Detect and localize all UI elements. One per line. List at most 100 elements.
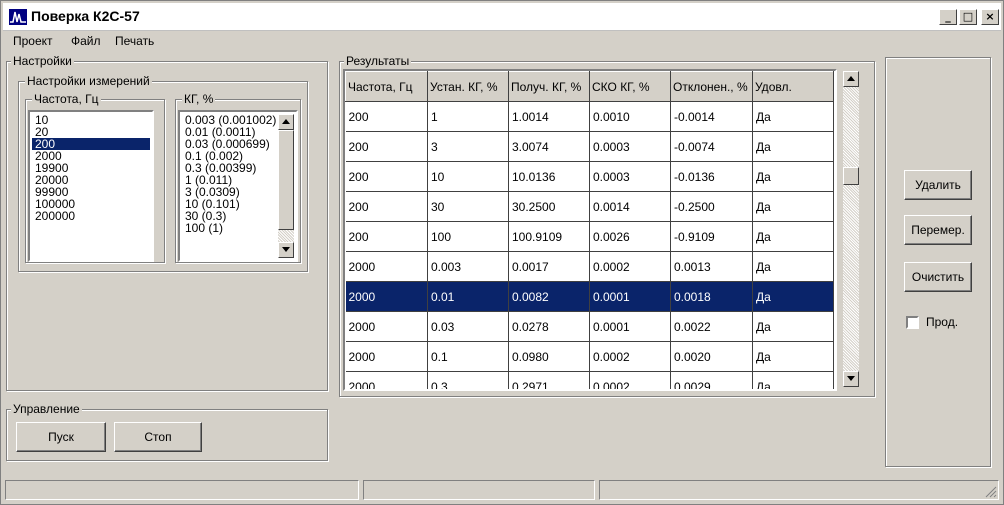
table-cell[interactable]: Да: [752, 311, 834, 342]
results-table[interactable]: Частота, Гц Устан. КГ, % Получ. КГ, % СК…: [343, 69, 837, 391]
continue-checkbox[interactable]: [906, 316, 919, 329]
table-cell[interactable]: 0.0003: [589, 131, 671, 162]
resize-grip-icon[interactable]: [983, 484, 997, 498]
table-cell[interactable]: 200: [345, 131, 428, 162]
column-header[interactable]: Получ. КГ, %: [508, 71, 590, 102]
remeasure-button[interactable]: Перемер.: [904, 215, 972, 245]
table-cell[interactable]: 2000: [345, 371, 428, 389]
table-cell[interactable]: 0.3: [427, 371, 509, 389]
column-header[interactable]: СКО КГ, %: [589, 71, 671, 102]
scroll-thumb[interactable]: [278, 130, 294, 230]
table-cell[interactable]: Да: [752, 161, 834, 192]
table-cell[interactable]: 200: [345, 161, 428, 192]
table-cell[interactable]: 2000: [345, 251, 428, 282]
menu-project[interactable]: Проект: [13, 34, 53, 48]
table-cell[interactable]: 200: [345, 221, 428, 252]
table-row[interactable]: 2000 0.03 0.0278 0.0001 0.0022 Да: [345, 311, 834, 342]
column-header[interactable]: Удовл.: [752, 71, 834, 102]
kg-item[interactable]: 100 (1): [182, 222, 276, 234]
continue-label[interactable]: Прод.: [926, 315, 958, 329]
table-cell[interactable]: 10: [427, 161, 509, 192]
kg-scrollbar[interactable]: [278, 114, 294, 258]
scroll-up-icon[interactable]: [278, 114, 294, 130]
table-cell[interactable]: Да: [752, 281, 834, 312]
frequency-item[interactable]: 10: [32, 114, 150, 126]
column-header[interactable]: Частота, Гц: [345, 71, 428, 102]
table-cell[interactable]: 0.0003: [589, 161, 671, 192]
table-cell[interactable]: 200: [345, 191, 428, 222]
table-cell[interactable]: 10.0136: [508, 161, 590, 192]
table-row[interactable]: 2000 0.3 0.2971 0.0002 0.0029 Да: [345, 371, 834, 389]
table-cell[interactable]: 0.2971: [508, 371, 590, 389]
table-cell[interactable]: 30.2500: [508, 191, 590, 222]
table-cell[interactable]: 0.1: [427, 341, 509, 372]
delete-button[interactable]: Удалить: [904, 170, 972, 200]
table-cell[interactable]: Да: [752, 131, 834, 162]
frequency-item[interactable]: 200000: [32, 210, 150, 222]
table-cell[interactable]: Да: [752, 221, 834, 252]
start-button[interactable]: Пуск: [16, 422, 106, 452]
table-cell[interactable]: 0.0013: [670, 251, 753, 282]
results-scrollbar[interactable]: [843, 71, 859, 387]
table-cell[interactable]: 3: [427, 131, 509, 162]
table-row[interactable]: 2000 0.003 0.0017 0.0002 0.0013 Да: [345, 251, 834, 282]
table-cell[interactable]: 1: [427, 101, 509, 132]
table-cell[interactable]: 0.0017: [508, 251, 590, 282]
table-cell[interactable]: Да: [752, 371, 834, 389]
table-cell[interactable]: 2000: [345, 341, 428, 372]
table-cell[interactable]: 0.0018: [670, 281, 753, 312]
menu-file[interactable]: Файл: [71, 34, 101, 48]
table-cell[interactable]: 0.0010: [589, 101, 671, 132]
table-cell[interactable]: Да: [752, 341, 834, 372]
table-row[interactable]: 200 30 30.2500 0.0014 -0.2500 Да: [345, 191, 834, 222]
table-row[interactable]: 200 10 10.0136 0.0003 -0.0136 Да: [345, 161, 834, 192]
table-cell[interactable]: 0.0001: [589, 281, 671, 312]
table-cell[interactable]: 0.0002: [589, 371, 671, 389]
table-cell[interactable]: -0.0014: [670, 101, 753, 132]
table-cell[interactable]: 30: [427, 191, 509, 222]
table-cell[interactable]: -0.0136: [670, 161, 753, 192]
table-cell[interactable]: 0.0278: [508, 311, 590, 342]
table-row[interactable]: 2000 0.01 0.0082 0.0001 0.0018 Да: [345, 281, 834, 312]
minimize-button[interactable]: _: [939, 9, 957, 25]
table-cell[interactable]: Да: [752, 101, 834, 132]
table-cell[interactable]: 2000: [345, 281, 428, 312]
close-button[interactable]: ×: [981, 9, 999, 25]
table-cell[interactable]: 0.01: [427, 281, 509, 312]
maximize-button[interactable]: □: [959, 9, 977, 25]
table-cell[interactable]: Да: [752, 191, 834, 222]
table-cell[interactable]: 0.0020: [670, 341, 753, 372]
table-cell[interactable]: 3.0074: [508, 131, 590, 162]
table-cell[interactable]: 0.0026: [589, 221, 671, 252]
table-cell[interactable]: 200: [345, 101, 428, 132]
table-row[interactable]: 200 100 100.9109 0.0026 -0.9109 Да: [345, 221, 834, 252]
frequency-list[interactable]: 10 20 200 2000 19900 20000 99900 100000 …: [28, 110, 154, 262]
table-cell[interactable]: -0.2500: [670, 191, 753, 222]
table-cell[interactable]: 0.0002: [589, 251, 671, 282]
table-cell[interactable]: -0.0074: [670, 131, 753, 162]
table-cell[interactable]: 0.0029: [670, 371, 753, 389]
table-cell[interactable]: 0.0980: [508, 341, 590, 372]
table-cell[interactable]: 0.0022: [670, 311, 753, 342]
clear-button[interactable]: Очистить: [904, 262, 972, 292]
table-cell[interactable]: Да: [752, 251, 834, 282]
table-row[interactable]: 200 1 1.0014 0.0010 -0.0014 Да: [345, 101, 834, 132]
table-cell[interactable]: 100: [427, 221, 509, 252]
column-header[interactable]: Отклонен., %: [670, 71, 753, 102]
stop-button[interactable]: Стоп: [114, 422, 202, 452]
menu-print[interactable]: Печать: [115, 34, 154, 48]
table-cell[interactable]: 0.0014: [589, 191, 671, 222]
scroll-down-icon[interactable]: [278, 242, 294, 258]
table-cell[interactable]: 100.9109: [508, 221, 590, 252]
kg-list[interactable]: 0.003 (0.001002) 0.01 (0.0011) 0.03 (0.0…: [178, 110, 298, 262]
table-cell[interactable]: 0.003: [427, 251, 509, 282]
table-row[interactable]: 2000 0.1 0.0980 0.0002 0.0020 Да: [345, 341, 834, 372]
column-header[interactable]: Устан. КГ, %: [427, 71, 509, 102]
scroll-thumb[interactable]: [843, 167, 859, 185]
table-cell[interactable]: -0.9109: [670, 221, 753, 252]
table-cell[interactable]: 0.0082: [508, 281, 590, 312]
scroll-down-icon[interactable]: [843, 371, 859, 387]
table-cell[interactable]: 0.0002: [589, 341, 671, 372]
table-row[interactable]: 200 3 3.0074 0.0003 -0.0074 Да: [345, 131, 834, 162]
table-cell[interactable]: 0.0001: [589, 311, 671, 342]
